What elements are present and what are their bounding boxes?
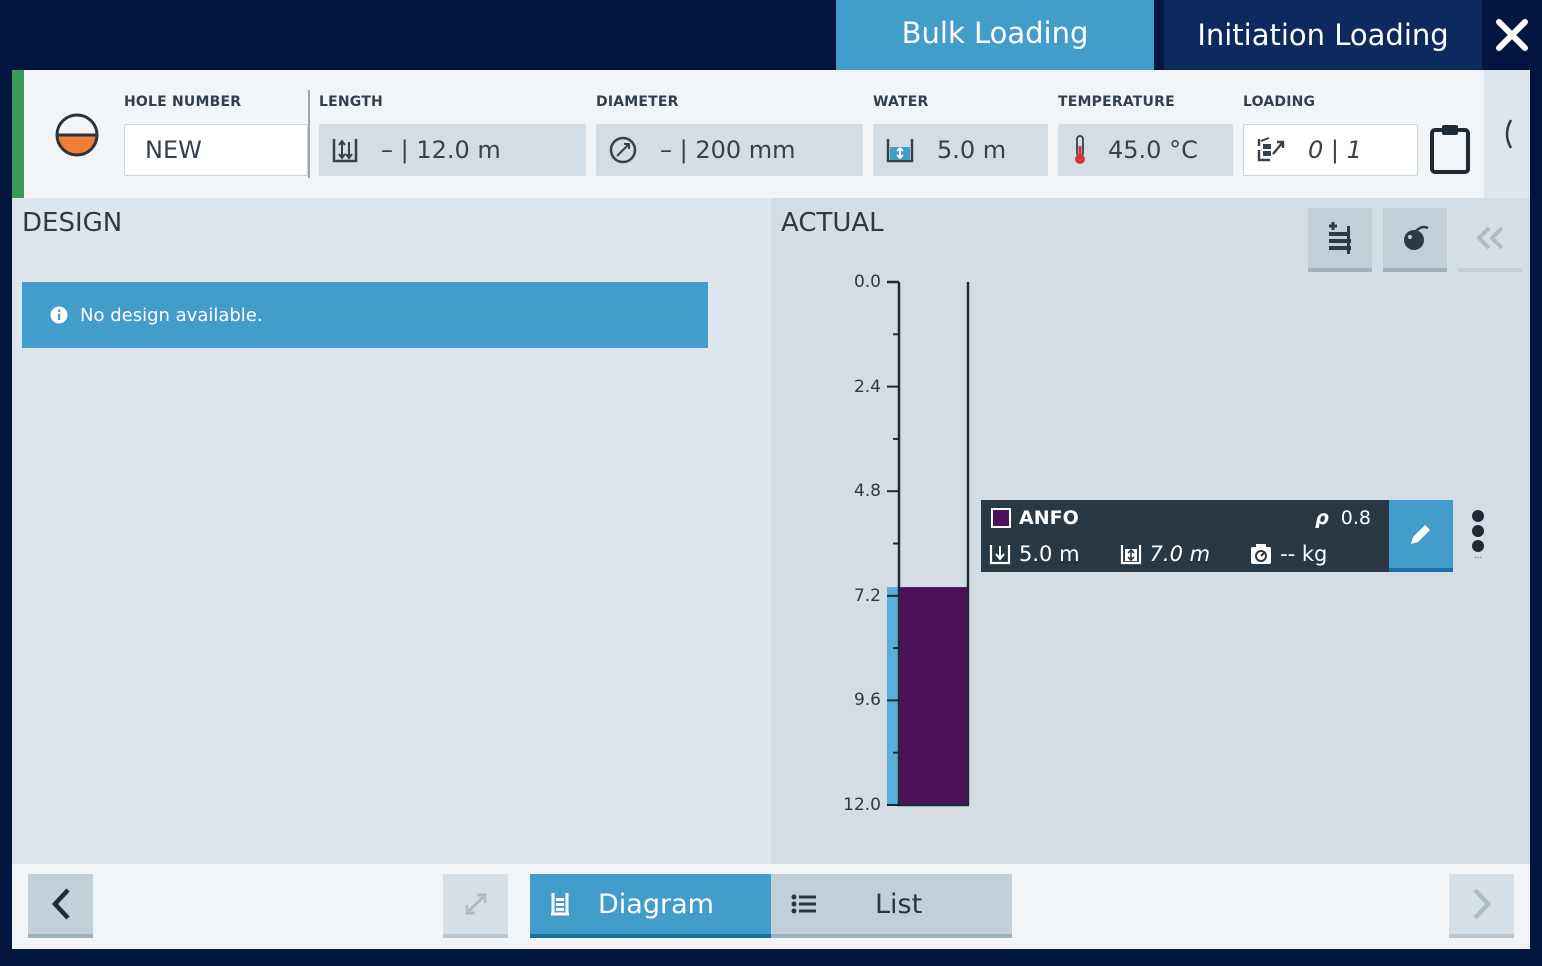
header-divider: [308, 90, 310, 178]
footer-bar: Diagram List: [12, 864, 1530, 949]
loading-field[interactable]: 0 | 1: [1243, 124, 1418, 176]
previous-button[interactable]: [28, 874, 93, 938]
clipboard-button[interactable]: [1428, 122, 1472, 181]
tab-bulk-label: Bulk Loading: [901, 15, 1089, 50]
design-panel: DESIGN No design available.: [12, 198, 771, 864]
side-panel-toggle[interactable]: [1484, 70, 1530, 198]
deck-top: 7.0 m: [1120, 542, 1211, 566]
list-label: List: [875, 888, 923, 920]
deck-more-menu[interactable]: ...: [1471, 510, 1485, 561]
hole-status-icon[interactable]: [54, 112, 100, 163]
deck-top-value: 7.0 m: [1149, 542, 1211, 566]
water-label: WATER: [873, 94, 929, 110]
diameter-label: DIAMETER: [596, 94, 679, 110]
deck-card-anfo[interactable]: ANFO ρ 0.8 5.0 m 7.0 m -- kg: [981, 500, 1453, 572]
diameter-icon: [608, 135, 638, 165]
weight-icon: [1251, 544, 1272, 564]
water-value: 5.0 m: [937, 136, 1007, 164]
length-down-icon: [989, 545, 1011, 565]
edit-deck-button[interactable]: [1389, 500, 1453, 572]
chevron-right-icon: [1472, 888, 1491, 920]
water-icon: [885, 135, 915, 165]
clipboard-icon: [1430, 125, 1470, 174]
pencil-icon: [1411, 525, 1430, 544]
water-level-bar: [887, 587, 899, 805]
no-design-notice: No design available.: [22, 282, 708, 348]
diagram-icon: [550, 890, 570, 918]
loading-label: LOADING: [1243, 94, 1316, 110]
length-field[interactable]: – | 12.0 m: [319, 124, 586, 176]
water-field[interactable]: 5.0 m: [873, 124, 1048, 176]
deck-fill-anfo: [900, 587, 968, 805]
deck-length-value: 5.0 m: [1019, 542, 1080, 566]
design-title: DESIGN: [22, 208, 123, 238]
hole-number-input[interactable]: NEW: [124, 124, 308, 176]
expand-icon: [465, 893, 486, 915]
diameter-value: – | 200 mm: [660, 136, 796, 164]
diagram-label: Diagram: [598, 888, 714, 920]
deck-mass-value: -- kg: [1280, 542, 1328, 566]
view-diagram-button[interactable]: Diagram: [530, 874, 771, 938]
length-value: – | 12.0 m: [381, 136, 501, 164]
close-button[interactable]: [1482, 0, 1542, 70]
close-icon: [1496, 19, 1528, 51]
hole-header: HOLE NUMBER NEW LENGTH – | 12.0 m DIAMET…: [12, 70, 1530, 198]
deck-length: 5.0 m: [989, 542, 1080, 566]
length-label: LENGTH: [319, 94, 383, 110]
temperature-field[interactable]: 45.0 °C: [1058, 124, 1233, 176]
deck-mass: -- kg: [1250, 542, 1327, 566]
deck-stats: 5.0 m 7.0 m -- kg: [989, 542, 1367, 566]
no-design-text: No design available.: [80, 304, 263, 326]
hole-number-value: NEW: [145, 136, 202, 164]
more-hint: ...: [1473, 550, 1483, 561]
loading-value: 0 | 1: [1308, 136, 1362, 164]
temperature-value: 45.0 °C: [1108, 136, 1198, 164]
hole-number-label: HOLE NUMBER: [124, 94, 242, 110]
info-icon: [50, 306, 68, 324]
deck-color-swatch: [991, 508, 1011, 528]
more-vertical-icon: [1472, 510, 1484, 552]
tab-bulk-loading[interactable]: Bulk Loading: [836, 0, 1154, 70]
next-button[interactable]: [1449, 874, 1514, 938]
tab-initiation-label: Initiation Loading: [1197, 18, 1449, 52]
chevron-left-icon: [51, 888, 70, 920]
density-value: 0.8: [1340, 507, 1371, 529]
diameter-field[interactable]: – | 200 mm: [596, 124, 863, 176]
deck-name: ANFO: [1019, 507, 1079, 529]
chevron-left-icon: [1505, 119, 1513, 149]
density-symbol: ρ: [1315, 507, 1329, 529]
app-body: HOLE NUMBER NEW LENGTH – | 12.0 m DIAMET…: [12, 70, 1530, 949]
deck-depth-icon: [1120, 545, 1141, 565]
length-icon: [331, 135, 359, 165]
expand-button[interactable]: [443, 874, 508, 938]
tab-initiation-loading[interactable]: Initiation Loading: [1164, 0, 1482, 70]
thermometer-icon: [1070, 134, 1090, 166]
loading-icon: [1256, 136, 1286, 164]
temperature-label: TEMPERATURE: [1058, 94, 1175, 110]
view-list-button[interactable]: List: [771, 874, 1012, 938]
actual-panel: ACTUAL 0.0 2.4 4.8 7.2 9.6 12.0 ANFO ρ 0…: [771, 198, 1530, 864]
list-icon: [791, 893, 817, 915]
status-accent-bar: [12, 70, 24, 198]
deck-density: ρ 0.8: [1315, 507, 1371, 529]
